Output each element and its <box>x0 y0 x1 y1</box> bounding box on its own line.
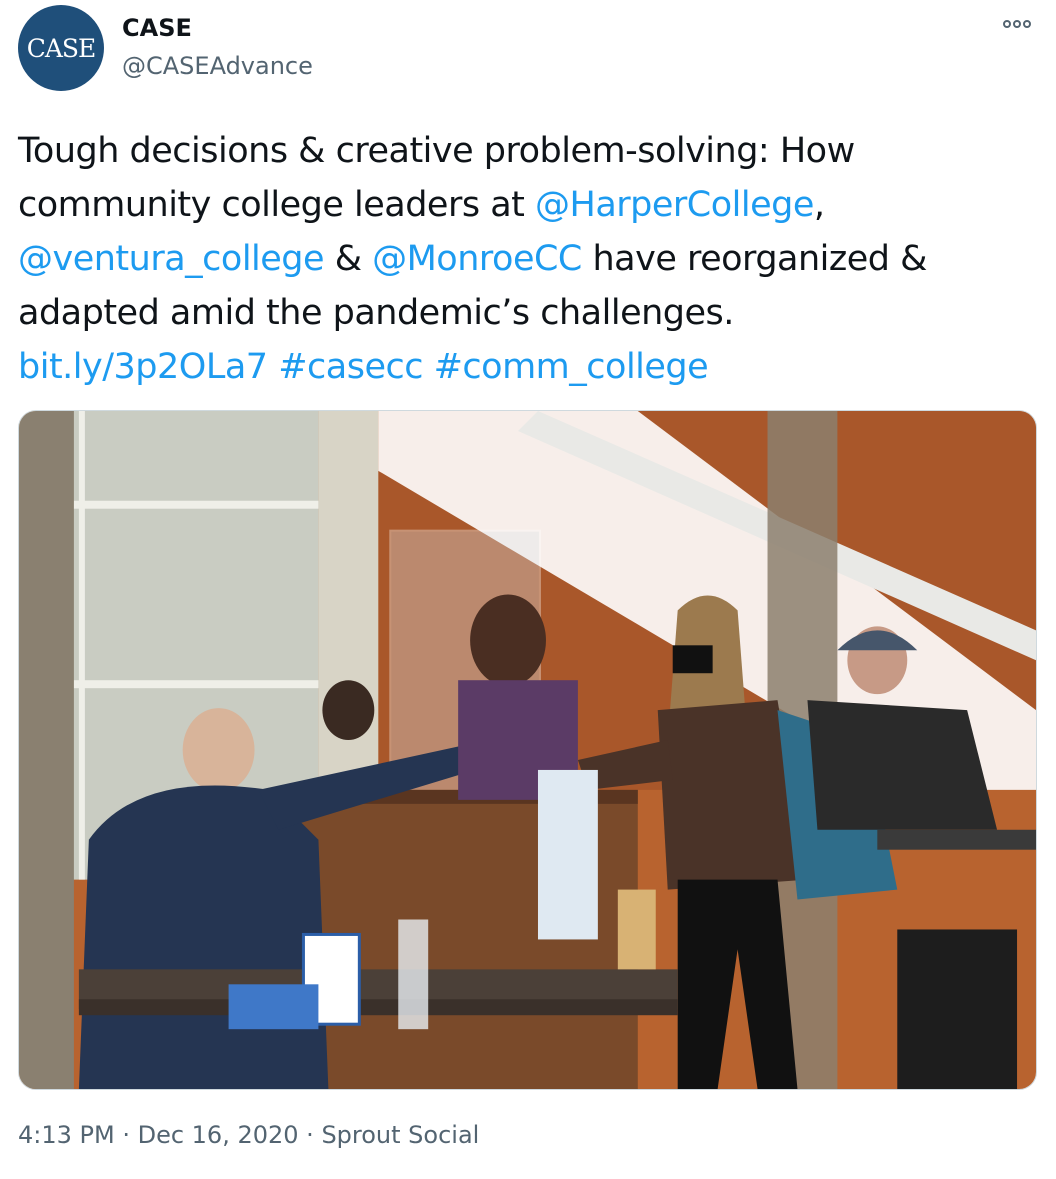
dot <box>1013 20 1021 28</box>
more-options-icon[interactable] <box>1003 20 1031 28</box>
tweet-source[interactable]: Sprout Social <box>321 1121 479 1149</box>
tweet-line: @ventura_college & @MonroeCC have reorga… <box>18 232 1028 286</box>
mention-monroe-cc[interactable]: @MonroeCC <box>372 239 582 279</box>
separator: · <box>114 1121 138 1149</box>
tweet-line: bit.ly/3p2OLa7 #casecc #comm_college <box>18 340 1028 394</box>
mention-ventura-college[interactable]: @ventura_college <box>18 239 325 279</box>
tweet-text-segment: & <box>324 239 373 279</box>
tweet-line: community college leaders at @HarperColl… <box>18 178 1028 232</box>
tweet-line: adapted amid the pandemic’s challenges. <box>18 286 1028 340</box>
dot <box>1023 20 1031 28</box>
tweet-photo[interactable] <box>18 410 1037 1090</box>
separator: · <box>298 1121 322 1149</box>
tweet-text-segment: Tough decisions & creative problem-solvi… <box>18 131 855 171</box>
tweet-text-segment: community college leaders at <box>18 185 536 225</box>
tweet-time[interactable]: 4:13 PM <box>18 1121 115 1149</box>
photo-illustration <box>19 411 1036 1089</box>
tweet-date[interactable]: Dec 16, 2020 <box>138 1121 299 1149</box>
tweet-text: Tough decisions & creative problem-solvi… <box>18 124 1028 394</box>
short-link[interactable]: bit.ly/3p2OLa7 <box>18 347 268 387</box>
tweet-text-segment: have reorganized & <box>581 239 927 279</box>
dot <box>1003 20 1011 28</box>
tweet-line: Tough decisions & creative problem-solvi… <box>18 124 1028 178</box>
tweet-metadata: 4:13 PM · Dec 16, 2020 · Sprout Social <box>18 1121 479 1149</box>
hashtag-casecc[interactable]: #casecc <box>278 347 423 387</box>
avatar[interactable]: CASE <box>18 5 104 91</box>
display-name[interactable]: CASE <box>122 14 192 42</box>
hashtag-comm-college[interactable]: #comm_college <box>434 347 709 387</box>
tweet-text-segment: , <box>813 185 825 225</box>
avatar-logo-text: CASE <box>26 33 97 63</box>
tweet-text-segment: adapted amid the pandemic’s challenges. <box>18 293 734 333</box>
mention-harper-college[interactable]: @HarperCollege <box>535 185 814 225</box>
user-handle[interactable]: @CASEAdvance <box>122 52 313 80</box>
tweet: CASE CASE @CASEAdvance Tough decisions &… <box>0 0 1056 1179</box>
